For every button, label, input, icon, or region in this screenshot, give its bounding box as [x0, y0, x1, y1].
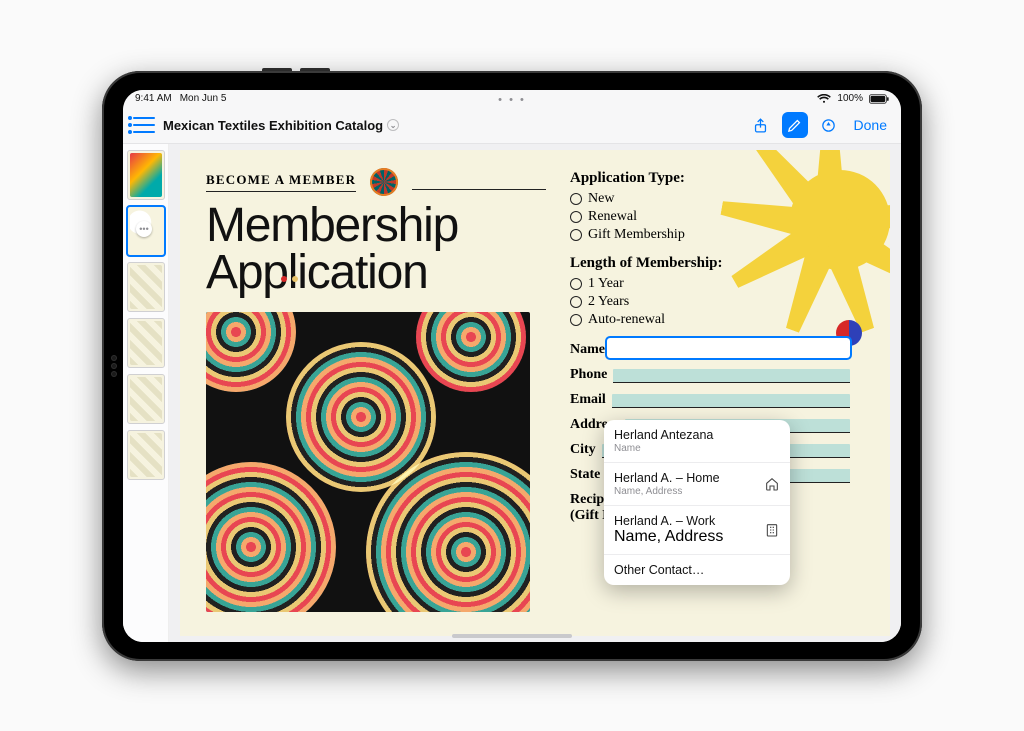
autofill-other-contact[interactable]: Other Contact…	[604, 555, 790, 585]
name-input[interactable]	[607, 338, 850, 358]
page-viewport[interactable]: BECOME A MEMBER Membership Application	[169, 144, 901, 642]
status-date: Mon Jun 5	[180, 93, 227, 104]
document-page: BECOME A MEMBER Membership Application	[180, 150, 890, 636]
building-icon	[764, 522, 780, 538]
autofill-title: Herland Antezana	[614, 428, 713, 442]
front-camera	[111, 348, 117, 384]
heading-line2: Application	[206, 246, 428, 299]
email-input[interactable]	[612, 394, 850, 408]
field-label-email: Email	[570, 392, 606, 408]
radio-gift[interactable]: Gift Membership	[570, 227, 850, 243]
radio-label: Renewal	[588, 209, 637, 225]
thumbnail-sidebar[interactable]: •••	[123, 144, 169, 642]
phone-input[interactable]	[613, 369, 850, 383]
radio-label: 1 Year	[588, 276, 624, 292]
page-title: Membership Application	[206, 202, 546, 296]
field-label-phone: Phone	[570, 367, 607, 383]
radio-icon	[570, 211, 582, 223]
radio-label: Auto-renewal	[588, 312, 665, 328]
autofill-title: Herland A. – Work	[614, 514, 723, 528]
radio-label: New	[588, 191, 614, 207]
artwork-image	[206, 312, 530, 612]
home-indicator[interactable]	[452, 634, 572, 638]
volume-button-1	[262, 68, 292, 71]
sidebar-toggle-icon[interactable]	[133, 117, 155, 133]
page-thumbnail[interactable]: •••	[127, 206, 165, 256]
field-label-state: State	[570, 467, 600, 483]
page-thumbnail[interactable]	[127, 374, 165, 424]
screen: • • • 9:41 AM Mon Jun 5 100%	[123, 90, 901, 642]
autofill-suggestion[interactable]: Herland A. – HomeName, Address	[604, 463, 790, 506]
multitask-indicator-icon[interactable]: • • •	[498, 94, 526, 106]
radio-icon	[570, 278, 582, 290]
volume-button-2	[300, 68, 330, 71]
radio-icon	[570, 229, 582, 241]
battery-percent: 100%	[837, 93, 863, 104]
radio-label: Gift Membership	[588, 227, 685, 243]
content-area: •••	[123, 144, 901, 642]
page-thumbnail[interactable]	[127, 262, 165, 312]
radio-auto[interactable]: Auto-renewal	[570, 312, 850, 328]
radio-icon	[570, 193, 582, 205]
document-title[interactable]: Mexican Textiles Exhibition Catalog ⌄	[163, 118, 399, 133]
autofill-title: Herland A. – Home	[614, 471, 720, 485]
share-icon[interactable]	[748, 112, 774, 138]
search-in-doc-icon[interactable]	[816, 112, 842, 138]
status-time: 9:41 AM	[135, 93, 172, 104]
zip-input[interactable]	[790, 469, 850, 483]
wifi-icon	[817, 94, 831, 104]
page-thumbnail[interactable]	[127, 150, 165, 200]
autofill-sub: Name, Address	[614, 528, 723, 546]
home-icon	[764, 476, 780, 492]
autofill-popover: Herland AntezanaName Herland A. – HomeNa…	[604, 420, 790, 585]
heading-line1: Membership	[206, 199, 458, 252]
field-label-city: City	[570, 442, 596, 458]
chevron-down-icon: ⌄	[387, 119, 399, 131]
radio-2years[interactable]: 2 Years	[570, 294, 850, 310]
autofill-sub: Name, Address	[614, 486, 720, 497]
length-label: Length of Membership:	[570, 255, 850, 272]
autofill-suggestion[interactable]: Herland AntezanaName	[604, 420, 790, 463]
radio-1year[interactable]: 1 Year	[570, 276, 850, 292]
ipad-frame: • • • 9:41 AM Mon Jun 5 100%	[102, 71, 922, 661]
application-type-label: Application Type:	[570, 170, 850, 187]
page-thumbnail[interactable]	[127, 430, 165, 480]
stage: • • • 9:41 AM Mon Jun 5 100%	[0, 0, 1024, 731]
autofill-suggestion[interactable]: Herland A. – WorkName, Address	[604, 506, 790, 555]
radio-label: 2 Years	[588, 294, 629, 310]
divider	[412, 189, 546, 190]
radio-new[interactable]: New	[570, 191, 850, 207]
toolbar: Mexican Textiles Exhibition Catalog ⌄ Do…	[123, 108, 901, 144]
markup-icon[interactable]	[782, 112, 808, 138]
autofill-other-label: Other Contact…	[614, 563, 704, 577]
ornament-dot-icon	[370, 168, 398, 196]
radio-icon	[570, 296, 582, 308]
done-button[interactable]: Done	[850, 117, 891, 133]
document-title-text: Mexican Textiles Exhibition Catalog	[163, 118, 383, 133]
page-thumbnail[interactable]	[127, 318, 165, 368]
field-label-name: Name	[570, 342, 605, 358]
kicker-text: BECOME A MEMBER	[206, 172, 356, 192]
battery-icon	[869, 94, 889, 104]
comment-badge-icon: •••	[136, 221, 152, 237]
radio-icon	[570, 314, 582, 326]
autofill-sub: Name	[614, 443, 713, 454]
radio-renewal[interactable]: Renewal	[570, 209, 850, 225]
